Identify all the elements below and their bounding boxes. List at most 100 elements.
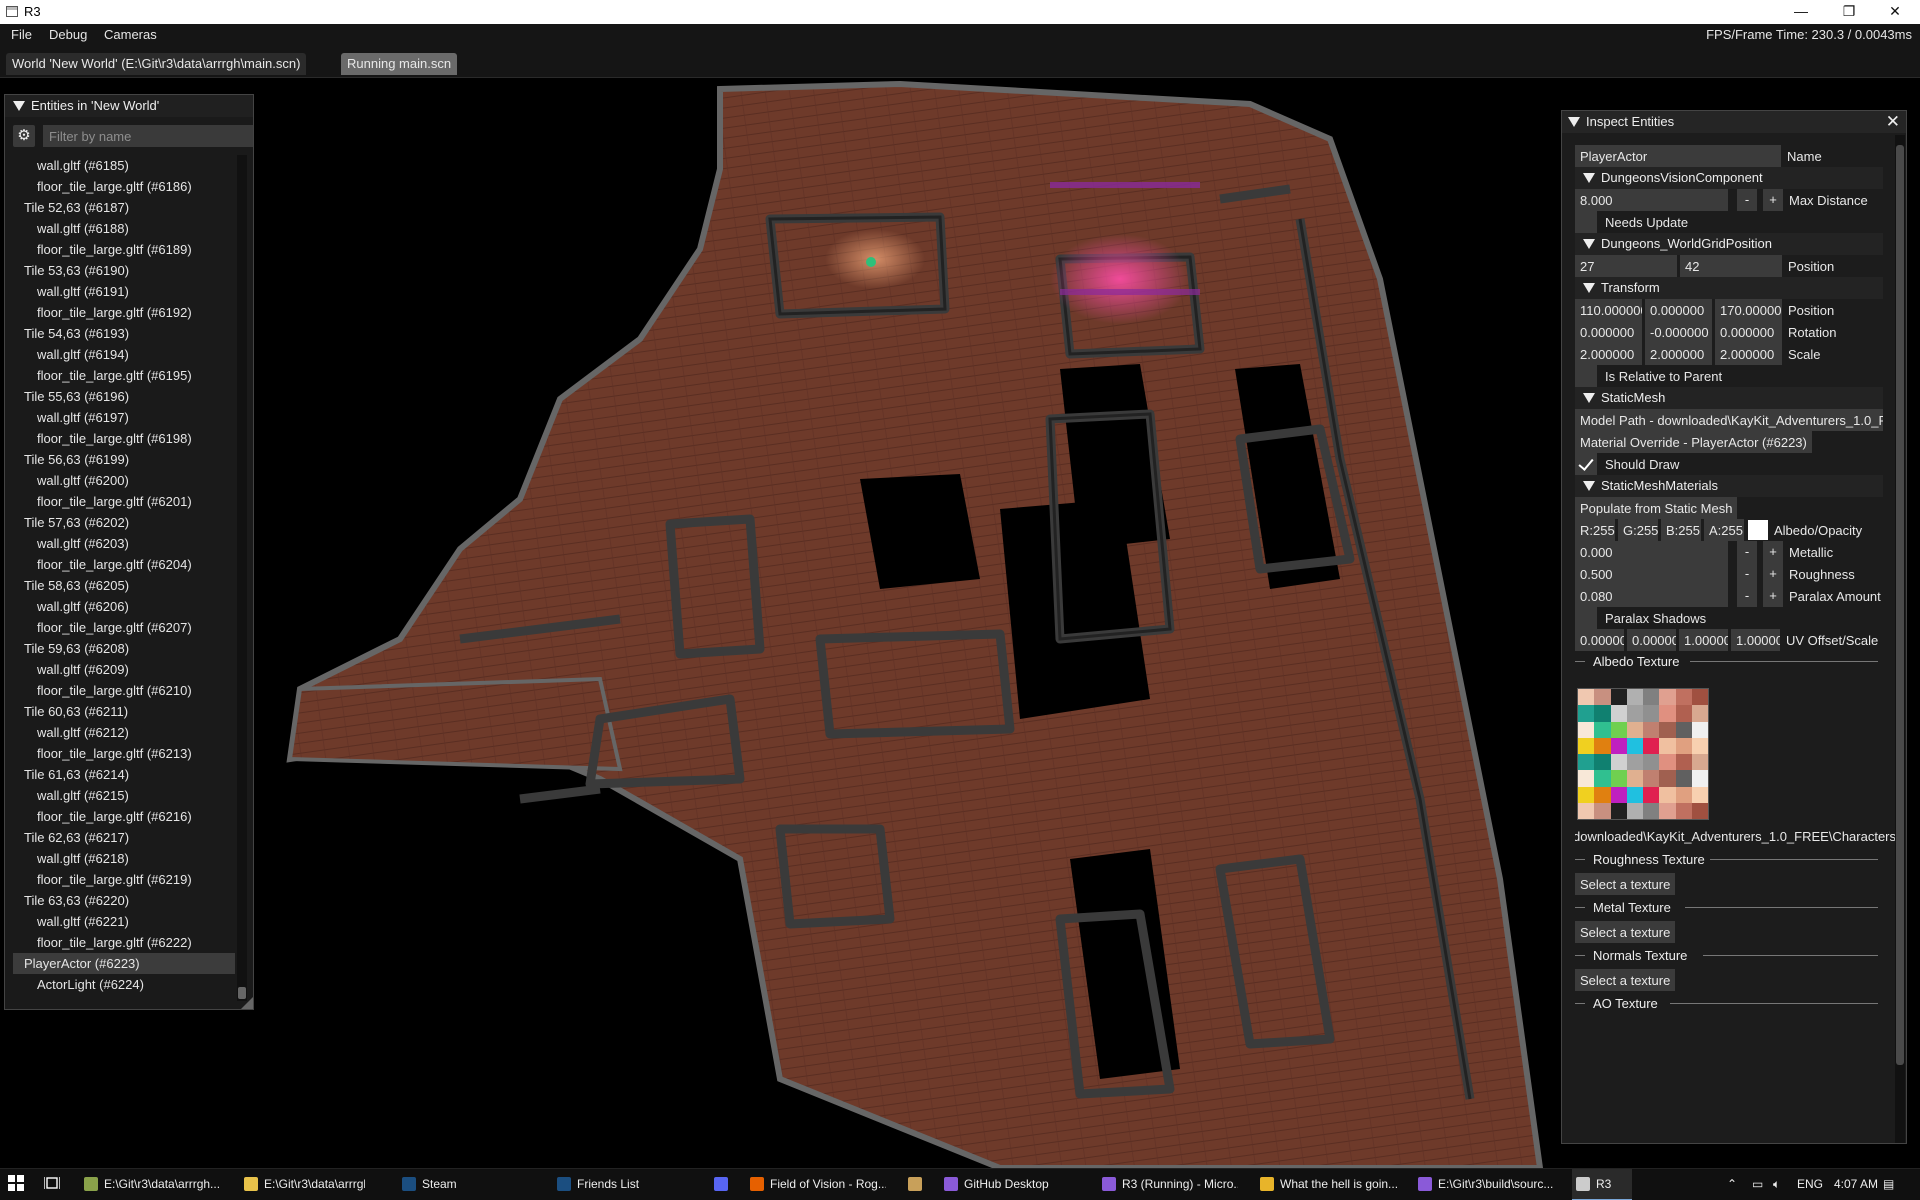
tab-world[interactable]: World 'New World' (E:\Git\r3\data\arrrgh… — [6, 53, 307, 75]
taskbar-item-chrome[interactable]: What the hell is goin... — [1256, 1169, 1406, 1200]
albedo-b-field[interactable]: B:255 — [1661, 519, 1701, 541]
entity-tree-node[interactable]: Tile 52,63 (#6187) — [13, 197, 235, 218]
scale-z-field[interactable]: 2.000000 — [1715, 343, 1782, 365]
tab-running-scene[interactable]: Running main.scn — [341, 53, 458, 75]
menu-cameras[interactable]: Cameras — [104, 27, 157, 42]
albedo-g-field[interactable]: G:255 — [1618, 519, 1658, 541]
resize-grip-icon[interactable] — [241, 997, 253, 1009]
entity-list-scrollbar[interactable] — [237, 155, 247, 1001]
entity-filter-input[interactable] — [43, 125, 253, 147]
entity-tree-child[interactable]: floor_tile_large.gltf (#6219) — [13, 869, 235, 890]
albedo-texture-preview[interactable] — [1577, 688, 1709, 820]
entity-tree-child[interactable]: floor_tile_large.gltf (#6210) — [13, 680, 235, 701]
input-language[interactable]: ENG — [1797, 1169, 1823, 1200]
position-y-field[interactable]: 0.000000 — [1645, 299, 1712, 321]
entity-tree-child[interactable]: floor_tile_large.gltf (#6192) — [13, 302, 235, 323]
inspect-panel-header[interactable]: Inspect Entities ✕ — [1562, 111, 1906, 133]
close-icon[interactable]: ✕ — [1886, 112, 1900, 132]
entity-tree-node[interactable]: Tile 57,63 (#6202) — [13, 512, 235, 533]
start-button[interactable] — [8, 1169, 28, 1200]
gear-icon[interactable]: ⚙ — [13, 125, 35, 147]
max-distance-field[interactable]: 8.000 — [1575, 189, 1728, 211]
entity-tree-child[interactable]: wall.gltf (#6215) — [13, 785, 235, 806]
entity-tree-child[interactable]: wall.gltf (#6218) — [13, 848, 235, 869]
taskbar-item-paint[interactable] — [904, 1169, 930, 1200]
metallic-field[interactable]: 0.000 — [1575, 541, 1728, 563]
entity-tree-node[interactable]: Tile 62,63 (#6217) — [13, 827, 235, 848]
populate-from-mesh-button[interactable]: Populate from Static Mesh — [1575, 497, 1738, 519]
entity-tree-node[interactable]: Tile 53,63 (#6190) — [13, 260, 235, 281]
roughness-increment-button[interactable]: + — [1763, 563, 1783, 585]
needs-update-checkbox[interactable] — [1575, 211, 1597, 233]
entity-tree-node[interactable]: Tile 63,63 (#6220) — [13, 890, 235, 911]
taskbar-item-folder[interactable]: E:\Git\r3\data\arrrgh — [240, 1169, 365, 1200]
rotation-x-field[interactable]: 0.000000 — [1575, 321, 1642, 343]
scale-y-field[interactable]: 2.000000 — [1645, 343, 1712, 365]
entity-tree-child[interactable]: floor_tile_large.gltf (#6195) — [13, 365, 235, 386]
paralax-increment-button[interactable]: + — [1763, 585, 1783, 607]
position-z-field[interactable]: 170.000000 — [1715, 299, 1782, 321]
taskbar-item-github[interactable]: GitHub Desktop — [940, 1169, 1060, 1200]
section-static-mesh-materials[interactable]: StaticMeshMaterials — [1575, 475, 1883, 497]
collapse-triangle-icon[interactable] — [1568, 117, 1580, 127]
entity-tree-child[interactable]: wall.gltf (#6206) — [13, 596, 235, 617]
entity-tree-child[interactable]: floor_tile_large.gltf (#6189) — [13, 239, 235, 260]
entity-tree-child[interactable]: wall.gltf (#6194) — [13, 344, 235, 365]
entity-tree-node[interactable]: Tile 55,63 (#6196) — [13, 386, 235, 407]
tray-overflow-icon[interactable]: ⌃ — [1727, 1169, 1737, 1200]
paralax-decrement-button[interactable]: - — [1737, 585, 1757, 607]
rotation-z-field[interactable]: 0.000000 — [1715, 321, 1782, 343]
entity-tree-child[interactable]: wall.gltf (#6197) — [13, 407, 235, 428]
menu-file[interactable]: File — [11, 27, 32, 42]
entity-tree-child[interactable]: wall.gltf (#6188) — [13, 218, 235, 239]
entity-tree-child[interactable]: floor_tile_large.gltf (#6213) — [13, 743, 235, 764]
entity-tree-node[interactable]: Tile 56,63 (#6199) — [13, 449, 235, 470]
select-normals-texture-button[interactable]: Select a texture — [1575, 969, 1676, 991]
albedo-color-swatch[interactable] — [1748, 520, 1768, 540]
albedo-r-field[interactable]: R:255 — [1575, 519, 1615, 541]
roughness-field[interactable]: 0.500 — [1575, 563, 1728, 585]
max-distance-increment-button[interactable]: + — [1763, 189, 1783, 211]
volume-icon[interactable]: 🔈︎ — [1773, 1169, 1780, 1200]
uv-scale-x-field[interactable]: 1.000000 — [1679, 629, 1728, 651]
albedo-a-field[interactable]: A:255 — [1704, 519, 1744, 541]
clock[interactable]: 4:07 AM — [1834, 1169, 1878, 1200]
entity-tree-child[interactable]: floor_tile_large.gltf (#6207) — [13, 617, 235, 638]
uv-scale-y-field[interactable]: 1.000000 — [1731, 629, 1780, 651]
close-window-button[interactable]: ✕ — [1872, 0, 1918, 24]
entity-name-field[interactable]: PlayerActor — [1575, 145, 1781, 167]
section-transform[interactable]: Transform — [1575, 277, 1883, 299]
entity-tree-child[interactable]: floor_tile_large.gltf (#6198) — [13, 428, 235, 449]
entity-tree-child[interactable]: wall.gltf (#6221) — [13, 911, 235, 932]
material-override-button[interactable]: Material Override - PlayerActor (#6223) — [1575, 431, 1812, 453]
inspect-scroll-thumb[interactable] — [1896, 145, 1904, 1065]
entity-tree-child[interactable]: floor_tile_large.gltf (#6204) — [13, 554, 235, 575]
minimize-button[interactable]: — — [1778, 0, 1824, 24]
roughness-decrement-button[interactable]: - — [1737, 563, 1757, 585]
should-draw-checkbox[interactable] — [1575, 453, 1597, 475]
taskbar-item-vs-terminal[interactable]: E:\Git\r3\build\sourc... — [1414, 1169, 1564, 1200]
entity-tree-child[interactable]: wall.gltf (#6212) — [13, 722, 235, 743]
taskbar-item-visual-studio[interactable]: R3 (Running) - Micro... — [1098, 1169, 1238, 1200]
entity-tree-node[interactable]: Tile 59,63 (#6208) — [13, 638, 235, 659]
network-icon[interactable]: ▭ — [1752, 1169, 1763, 1200]
entity-tree-child[interactable]: floor_tile_large.gltf (#6186) — [13, 176, 235, 197]
relative-to-parent-checkbox[interactable] — [1575, 365, 1597, 387]
taskbar-item-discord[interactable] — [710, 1169, 736, 1200]
maximize-button[interactable]: ❐ — [1826, 0, 1872, 24]
position-x-field[interactable]: 110.000000 — [1575, 299, 1642, 321]
section-static-mesh[interactable]: StaticMesh — [1575, 387, 1883, 409]
entity-tree-child[interactable]: ActorLight (#6224) — [13, 974, 235, 995]
task-view-button[interactable] — [43, 1169, 64, 1200]
taskbar-item-r3[interactable]: R3 — [1572, 1169, 1632, 1200]
inspect-scrollbar[interactable] — [1895, 135, 1905, 1143]
section-world-grid-position[interactable]: Dungeons_WorldGridPosition — [1575, 233, 1883, 255]
collapse-triangle-icon[interactable] — [13, 101, 25, 111]
select-roughness-texture-button[interactable]: Select a texture — [1575, 873, 1676, 895]
entities-panel-header[interactable]: Entities in 'New World' — [5, 95, 253, 117]
entity-tree-child[interactable]: wall.gltf (#6200) — [13, 470, 235, 491]
entity-tree-child[interactable]: wall.gltf (#6209) — [13, 659, 235, 680]
rotation-y-field[interactable]: -0.000000 — [1645, 321, 1712, 343]
uv-offset-x-field[interactable]: 0.000000 — [1575, 629, 1624, 651]
taskbar-item-steam-friends[interactable]: Friends List — [553, 1169, 643, 1200]
